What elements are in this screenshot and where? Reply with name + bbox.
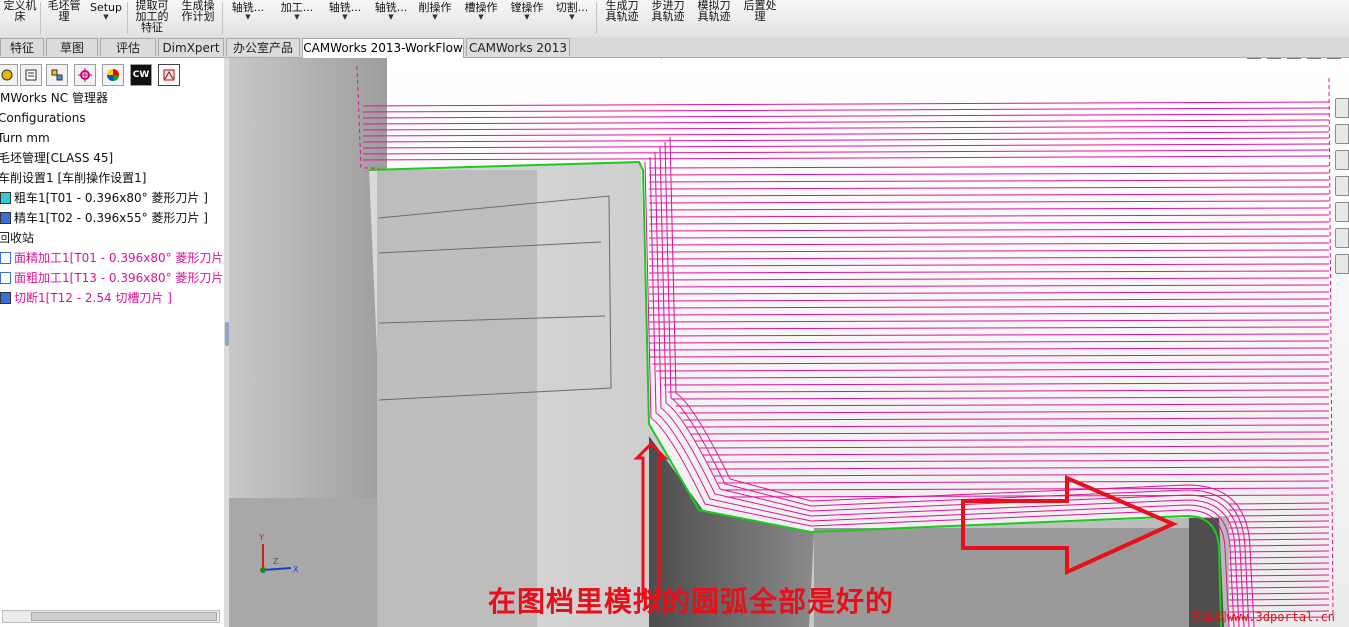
task-pane-tabs bbox=[1335, 98, 1349, 280]
extract-machinable-features-button[interactable]: 提取可 加工的 特征 bbox=[130, 0, 174, 36]
tab-office-products[interactable]: 办公室产品 bbox=[226, 38, 300, 56]
simulate-toolpath-button[interactable]: 模拟刀 具轨迹 bbox=[692, 0, 736, 36]
chevron-down-icon: ▼ bbox=[524, 13, 530, 21]
close-icon[interactable]: × bbox=[1327, 58, 1341, 59]
window-controls: ▯ ▭ – □ × bbox=[1247, 58, 1341, 59]
tree-root-nc-manager[interactable]: MWorks NC 管理器 bbox=[0, 88, 108, 108]
tree-item-face-finish[interactable]: 面精加工1[T01 - 0.396x80° 菱形刀片 ] bbox=[0, 248, 232, 268]
graphics-viewport[interactable]: Y X Z 🔍 ⌕ ↶ ▣ ◩ ▤ ◎ ◕ ◔ ▦ ▯ ▭ – □ × bbox=[229, 58, 1349, 627]
cutoff-icon bbox=[0, 292, 11, 304]
axis-mill-3-button[interactable]: 轴铣... ▼ bbox=[368, 0, 414, 36]
triad-z-label: Z bbox=[273, 557, 279, 566]
tree-item-cutoff[interactable]: 切断1[T12 - 2.54 切槽刀片 ] bbox=[0, 288, 172, 308]
heads-up-view-toolbar: 🔍 ⌕ ↶ ▣ ◩ ▤ ◎ ◕ ◔ ▦ bbox=[647, 58, 863, 60]
chevron-down-icon: ▼ bbox=[478, 13, 484, 21]
post-process-button[interactable]: 后置处 理 bbox=[738, 0, 782, 36]
camworks-feature-tree-icon[interactable]: CW bbox=[130, 64, 152, 86]
rough-turn-icon bbox=[0, 192, 11, 204]
display-style-icon[interactable]: ▤ bbox=[757, 58, 775, 60]
section-view-icon[interactable]: ▣ bbox=[713, 58, 731, 60]
property-manager-icon[interactable] bbox=[20, 64, 42, 86]
step-through-toolpath-button[interactable]: 步进刀 具轨迹 bbox=[646, 0, 690, 36]
ribbon-separator bbox=[596, 2, 597, 34]
tree-item-stock-manager[interactable]: 毛坯管理[CLASS 45] bbox=[0, 148, 113, 168]
tab-sketch[interactable]: 草图 bbox=[46, 38, 98, 56]
camworks-operation-tree-icon[interactable] bbox=[158, 64, 180, 86]
cutoff-operation-button[interactable]: 切割... ▼ bbox=[552, 0, 592, 36]
stock-manager-button[interactable]: 毛坯管 理 bbox=[43, 0, 85, 36]
chevron-down-icon: ▼ bbox=[388, 13, 394, 21]
generate-toolpath-button[interactable]: 生成刀 具轨迹 bbox=[600, 0, 644, 36]
home-icon[interactable] bbox=[1335, 124, 1349, 144]
resources-icon[interactable] bbox=[1335, 98, 1349, 118]
watermark-text: 三维网www.3dportal.cn bbox=[1190, 610, 1335, 624]
setup-button[interactable]: Setup ▼ bbox=[88, 0, 124, 36]
panel-horizontal-scrollbar[interactable] bbox=[2, 610, 220, 623]
face-rough-icon bbox=[0, 272, 11, 284]
tree-item-face-rough[interactable]: 面粗加工1[T13 - 0.396x80° 菱形刀片 ] bbox=[0, 268, 232, 288]
display-manager-icon[interactable] bbox=[102, 64, 124, 86]
tree-item-configurations[interactable]: Configurations bbox=[0, 108, 86, 128]
chevron-down-icon: ▼ bbox=[294, 13, 300, 21]
turn-operation-button[interactable]: 削操作 ▼ bbox=[414, 0, 456, 36]
axis-mill-1-button[interactable]: 轴铣... ▼ bbox=[225, 0, 271, 36]
tile-icon[interactable]: ▯ bbox=[1247, 58, 1261, 59]
edit-appearance-icon[interactable]: ◕ bbox=[801, 58, 819, 60]
previous-view-icon[interactable]: ↶ bbox=[691, 58, 709, 60]
define-machine-button[interactable]: 定义机 床 bbox=[0, 0, 40, 36]
file-explorer-icon[interactable] bbox=[1335, 176, 1349, 196]
tree-item-finish-turn[interactable]: 精车1[T02 - 0.396x55° 菱形刀片 ] bbox=[0, 208, 208, 228]
tab-dimxpert[interactable]: DimXpert bbox=[158, 38, 224, 56]
design-library-icon[interactable] bbox=[1335, 150, 1349, 170]
maximize-icon[interactable]: □ bbox=[1307, 58, 1321, 59]
zoom-to-area-icon[interactable]: ⌕ bbox=[669, 58, 687, 60]
configuration-manager-icon[interactable] bbox=[46, 64, 68, 86]
groove-operation-button[interactable]: 槽操作 ▼ bbox=[460, 0, 502, 36]
tree-item-recycle-bin[interactable]: 回收站 bbox=[0, 228, 34, 248]
tree-item-rough-turn[interactable]: 粗车1[T01 - 0.396x80° 菱形刀片 ] bbox=[0, 188, 208, 208]
axis-mill-2-button[interactable]: 轴铣... ▼ bbox=[322, 0, 368, 36]
tab-camworks[interactable]: CAMWorks 2013 bbox=[466, 38, 570, 56]
chevron-down-icon: ▼ bbox=[103, 13, 109, 21]
camworks-tree-panel: CW MWorks NC 管理器 Configurations Turn mm … bbox=[0, 58, 232, 627]
restore-icon[interactable]: ▭ bbox=[1267, 58, 1281, 59]
scrollbar-thumb[interactable] bbox=[31, 612, 217, 621]
chevron-down-icon: ▼ bbox=[569, 13, 575, 21]
tab-features[interactable]: 特征 bbox=[0, 38, 44, 56]
chevron-down-icon: ▼ bbox=[432, 13, 438, 21]
command-ribbon: 定义机 床 毛坯管 理 Setup ▼ 提取可 加工的 特征 生成操 作计划 轴铣… bbox=[0, 0, 1349, 38]
tab-camworks-workflow[interactable]: CAMWorks 2013-WorkFlow bbox=[302, 38, 464, 58]
machining-button[interactable]: 加工... ▼ bbox=[274, 0, 320, 36]
chevron-down-icon: ▼ bbox=[342, 13, 348, 21]
dimxpert-manager-icon[interactable] bbox=[74, 64, 96, 86]
command-manager-tabs: 特征 草图 评估 DimXpert 办公室产品 CAMWorks 2013-Wo… bbox=[0, 37, 1349, 58]
panel-tab-strip: CW bbox=[0, 60, 224, 90]
view-palette-icon[interactable] bbox=[1335, 202, 1349, 222]
triad-x-label: X bbox=[293, 565, 299, 574]
tree-item-machine[interactable]: Turn mm bbox=[0, 128, 50, 148]
custom-properties-icon[interactable] bbox=[1335, 254, 1349, 274]
tree-item-turn-setup[interactable]: 车削设置1 [车削操作设置1] bbox=[0, 168, 146, 188]
appearances-icon[interactable] bbox=[1335, 228, 1349, 248]
minimize-icon[interactable]: – bbox=[1287, 58, 1301, 59]
ribbon-separator bbox=[127, 2, 128, 34]
generate-operation-plan-button[interactable]: 生成操 作计划 bbox=[176, 0, 220, 36]
face-finish-icon bbox=[0, 252, 11, 264]
view-orientation-icon[interactable]: ◩ bbox=[735, 58, 753, 60]
bore-operation-button[interactable]: 镗操作 ▼ bbox=[506, 0, 548, 36]
model-view: Y X Z bbox=[229, 58, 1349, 627]
annotation-caption: 在图档里模拟的圆弧全部是好的 bbox=[488, 585, 895, 618]
apply-scene-icon[interactable]: ◔ bbox=[823, 58, 841, 60]
zoom-to-fit-icon[interactable]: 🔍 bbox=[647, 58, 665, 60]
ribbon-separator bbox=[222, 2, 223, 34]
finish-turn-icon bbox=[0, 212, 11, 224]
tab-evaluate[interactable]: 评估 bbox=[100, 38, 156, 56]
ribbon-separator bbox=[40, 2, 41, 34]
chevron-down-icon: ▼ bbox=[245, 13, 251, 21]
view-settings-icon[interactable]: ▦ bbox=[845, 58, 863, 60]
part-left-lower-face bbox=[229, 498, 387, 627]
triad-y-label: Y bbox=[258, 533, 264, 542]
hide-show-items-icon[interactable]: ◎ bbox=[779, 58, 797, 60]
feature-manager-icon[interactable] bbox=[0, 64, 18, 86]
